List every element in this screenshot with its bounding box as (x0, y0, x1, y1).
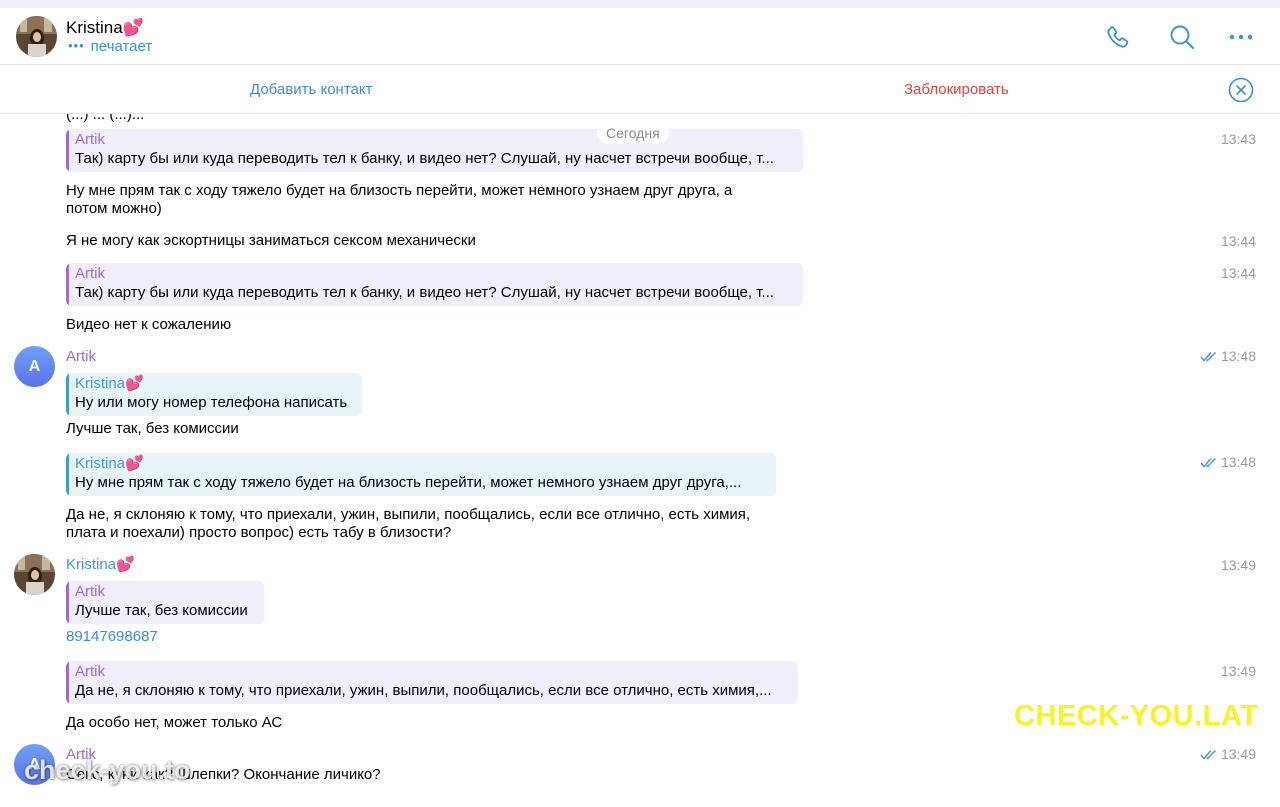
reply-sender: Artik (75, 663, 105, 680)
add-contact-button[interactable]: Добавить контакт (250, 81, 372, 98)
time-label: 13:48 (1220, 348, 1256, 364)
message-line: плата и поехали) просто вопрос) есть таб… (66, 524, 452, 541)
more-icon[interactable] (1226, 22, 1256, 52)
reply-text: Так) карту бы или куда переводить тел к … (75, 284, 774, 301)
reply-quote[interactable]: Kristina💕 Ну или могу номер телефона нап… (66, 373, 362, 416)
message-time: 13:48 (1200, 454, 1256, 470)
message-text[interactable]: Я не могу как эскортницы заниматься секс… (66, 232, 476, 250)
reply-sender: Artik (75, 131, 105, 148)
double-check-icon (1200, 749, 1216, 760)
phone-number-link[interactable]: 89147698687 (66, 628, 158, 646)
watermark-left: check-you.to (24, 755, 191, 785)
message-time: 13:49 (1200, 746, 1256, 762)
typing-dots: ••• (68, 38, 85, 53)
top-strip (0, 0, 1280, 8)
reply-sender: Artik (75, 583, 105, 600)
message-time: 13:44 (1220, 233, 1256, 249)
message-text[interactable]: Лучше так, без комиссии (66, 420, 239, 438)
reply-text: Да не, я склоняю к тому, что приехали, у… (75, 682, 772, 699)
reply-sender: Kristina💕 (75, 455, 144, 472)
reply-sender: Kristina💕 (75, 375, 144, 392)
sender-name[interactable]: Kristina💕 (66, 556, 135, 574)
message-time: 13:43 (1220, 131, 1256, 147)
reply-quote[interactable]: Artik Так) карту бы или куда переводить … (66, 129, 803, 172)
message-time: 13:48 (1200, 348, 1256, 364)
contact-action-bar: Добавить контакт Заблокировать (0, 65, 1280, 114)
block-button[interactable]: Заблокировать (904, 81, 1009, 98)
double-check-icon (1200, 457, 1216, 468)
reply-sender: Artik (75, 265, 105, 282)
reply-text: Так) карту бы или куда переводить тел к … (75, 150, 774, 167)
reply-text: Лучше так, без комиссии (75, 602, 248, 619)
typing-label: печатает (90, 38, 153, 55)
close-circle-icon[interactable] (1228, 77, 1254, 103)
contact-name[interactable]: Kristina💕 (66, 18, 144, 38)
message-text[interactable]: Видео нет к сожалению (66, 316, 231, 334)
reply-text: Ну или могу номер телефона написать (75, 394, 348, 411)
double-check-icon (1200, 351, 1216, 362)
reply-quote[interactable]: Artik Лучше так, без комиссии (66, 581, 264, 624)
sender-name[interactable]: Artik (66, 348, 96, 366)
message-line: Ну мне прям так с ходу тяжело будет на б… (66, 182, 733, 199)
time-label: 13:49 (1220, 746, 1256, 762)
date-separator: Сегодня (597, 122, 669, 144)
message-text[interactable]: Да не, я склоняю к тому, что приехали, у… (66, 506, 750, 542)
typing-status: ••• печатает (68, 38, 152, 55)
search-icon[interactable] (1167, 22, 1197, 52)
kristina-avatar[interactable] (14, 554, 55, 595)
reply-quote[interactable]: Artik Да не, я склоняю к тому, что приех… (66, 661, 798, 704)
phone-icon[interactable] (1103, 22, 1133, 52)
cutoff-message: (...) ... (...)... (66, 114, 145, 123)
reply-quote[interactable]: Artik Так) карту бы или куда переводить … (66, 263, 803, 306)
message-time: 13:44 (1220, 265, 1256, 281)
message-time: 13:49 (1220, 663, 1256, 679)
message-text[interactable]: Да особо нет, может только АС (66, 714, 282, 732)
message-line: потом можно) (66, 200, 162, 217)
artik-avatar[interactable]: A (14, 346, 55, 387)
contact-avatar[interactable] (16, 16, 57, 57)
watermark-right: CHECK-YOU.LAT (1014, 700, 1259, 732)
reply-text: Ну мне прям так с ходу тяжело будет на б… (75, 474, 742, 491)
message-time: 13:49 (1220, 557, 1256, 573)
message-text[interactable]: Ну мне прям так с ходу тяжело будет на б… (66, 182, 732, 218)
message-line: Да не, я склоняю к тому, что приехали, у… (66, 506, 751, 523)
reply-quote[interactable]: Kristina💕 Ну мне прям так с ходу тяжело … (66, 453, 776, 496)
time-label: 13:48 (1220, 454, 1256, 470)
chat-header: Kristina💕 ••• печатает (0, 8, 1280, 65)
